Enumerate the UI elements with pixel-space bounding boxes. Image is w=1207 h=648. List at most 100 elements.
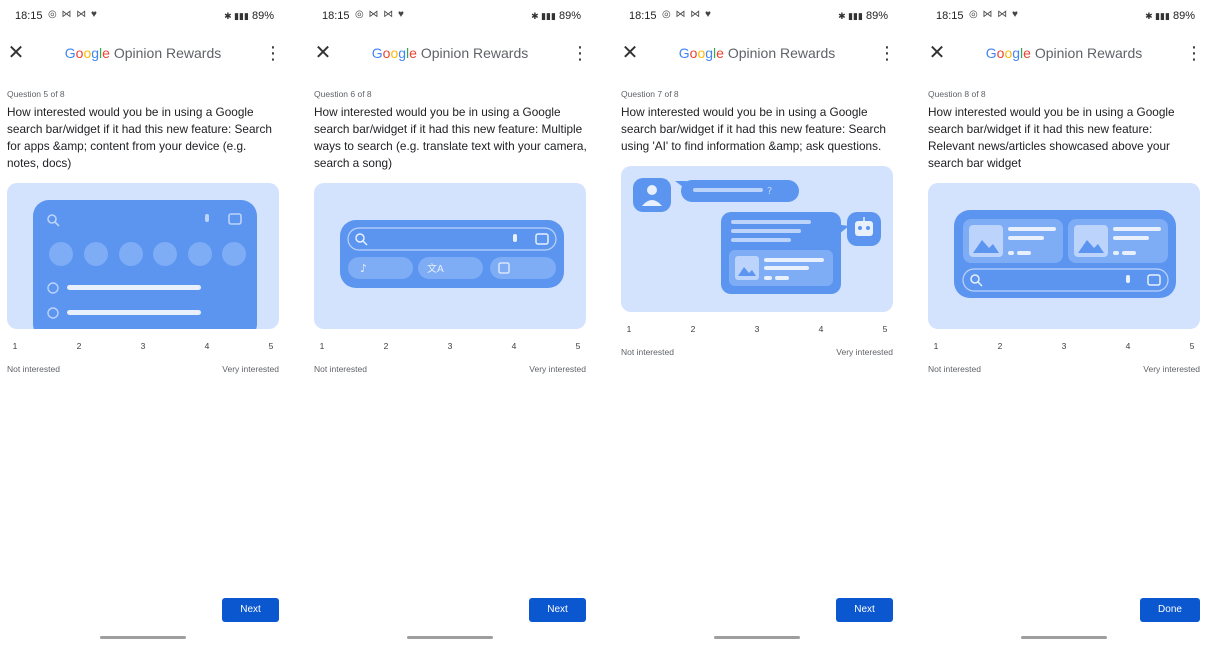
app-bar: ✕ Google Opinion Rewards ⋮ xyxy=(307,38,593,72)
rating-option-3[interactable]: 3 xyxy=(442,337,458,355)
rating-option-5[interactable]: 5 xyxy=(877,320,893,338)
more-options-icon[interactable]: ⋮ xyxy=(571,42,589,64)
survey-screens: 18:15 ◎ ⋈ ⋈ ♥ ✱ ▮▮▮ 89% ✕ Google Opinion… xyxy=(0,0,1207,648)
rating-option-2[interactable]: 2 xyxy=(685,320,701,338)
status-bar: 18:15 ◎ ⋈ ⋈ ♥ ✱ ▮▮▮ 89% xyxy=(614,0,900,32)
scale-labels: Not interested Very interested xyxy=(314,364,586,376)
brand-title: Google Opinion Rewards xyxy=(614,45,900,61)
status-time: 18:15 xyxy=(15,10,43,22)
notification-icons: ◎ ⋈ ⋈ ♥ xyxy=(48,9,98,20)
rating-option-4[interactable]: 4 xyxy=(506,337,522,355)
question-text: How interested would you be in using a G… xyxy=(928,105,1175,170)
app-bar: ✕ Google Opinion Rewards ⋮ xyxy=(0,38,286,72)
app-bar: ✕ Google Opinion Rewards ⋮ xyxy=(614,38,900,72)
low-label: Not interested xyxy=(621,347,674,357)
svg-text:?: ? xyxy=(767,186,772,197)
status-indicators: ✱ ▮▮▮ 89% xyxy=(531,10,581,22)
brand-letter: G xyxy=(64,45,76,61)
brand-letter: g xyxy=(91,45,100,61)
survey-screen-question-7: 18:15 ◎ ⋈ ⋈ ♥ ✱ ▮▮▮ 89% ✕ Google Opinion… xyxy=(614,0,900,648)
rating-option-4[interactable]: 4 xyxy=(813,320,829,338)
scale-labels: Not interested Very interested xyxy=(621,347,893,359)
rating-option-2[interactable]: 2 xyxy=(992,337,1008,355)
question-counter: Question 6 of 8 xyxy=(314,89,372,99)
rating-scale: 1 2 3 4 5 xyxy=(621,320,893,338)
home-indicator[interactable] xyxy=(1021,636,1107,639)
brand-suffix: Opinion Rewards xyxy=(727,45,836,61)
high-label: Very interested xyxy=(1143,364,1200,374)
illustration-multi-mode-search-bar: ♪ 文A xyxy=(314,183,586,329)
brand-title: Google Opinion Rewards xyxy=(0,45,286,61)
notification-icons: ◎ ⋈ ⋈ ♥ xyxy=(969,9,1019,20)
next-button[interactable]: Next xyxy=(529,598,586,622)
brand-letter: e xyxy=(1023,45,1031,61)
rating-scale: 1 2 3 4 5 xyxy=(928,337,1200,355)
high-label: Very interested xyxy=(222,364,279,374)
status-time: 18:15 xyxy=(629,10,657,22)
status-indicators: ✱ ▮▮▮ 89% xyxy=(224,10,274,22)
high-label: Very interested xyxy=(529,364,586,374)
brand-letter: e xyxy=(716,45,724,61)
signal-icon: ✱ ▮▮▮ xyxy=(531,10,556,21)
next-button[interactable]: Next xyxy=(836,598,893,622)
rating-option-1[interactable]: 1 xyxy=(314,337,330,355)
question-counter: Question 5 of 8 xyxy=(7,89,65,99)
low-label: Not interested xyxy=(314,364,367,374)
rating-option-2[interactable]: 2 xyxy=(378,337,394,355)
status-time: 18:15 xyxy=(322,10,350,22)
illustration-news-above-search-bar xyxy=(928,183,1200,329)
home-indicator[interactable] xyxy=(407,636,493,639)
brand-letter: G xyxy=(985,45,997,61)
rating-option-5[interactable]: 5 xyxy=(570,337,586,355)
status-bar: 18:15 ◎ ⋈ ⋈ ♥ ✱ ▮▮▮ 89% xyxy=(0,0,286,32)
more-options-icon[interactable]: ⋮ xyxy=(1185,42,1203,64)
brand-letter: e xyxy=(409,45,417,61)
brand-letter: G xyxy=(678,45,690,61)
rating-option-4[interactable]: 4 xyxy=(199,337,215,355)
battery-level: 89% xyxy=(251,10,274,22)
status-bar: 18:15 ◎ ⋈ ⋈ ♥ ✱ ▮▮▮ 89% xyxy=(307,0,593,32)
brand-letter: e xyxy=(102,45,110,61)
low-label: Not interested xyxy=(928,364,981,374)
home-indicator[interactable] xyxy=(714,636,800,639)
rating-option-3[interactable]: 3 xyxy=(1056,337,1072,355)
brand-title: Google Opinion Rewards xyxy=(307,45,593,61)
battery-level: 89% xyxy=(558,10,581,22)
brand-letter: g xyxy=(705,45,714,61)
illustration-ai-chat: ? xyxy=(621,166,893,312)
home-indicator[interactable] xyxy=(100,636,186,639)
rating-option-5[interactable]: 5 xyxy=(263,337,279,355)
svg-text:♪: ♪ xyxy=(360,262,367,275)
brand-letter: g xyxy=(1012,45,1021,61)
low-label: Not interested xyxy=(7,364,60,374)
signal-icon: ✱ ▮▮▮ xyxy=(224,10,249,21)
brand-letter: G xyxy=(371,45,383,61)
rating-option-1[interactable]: 1 xyxy=(928,337,944,355)
question-text: How interested would you be in using a G… xyxy=(7,105,272,170)
status-indicators: ✱ ▮▮▮ 89% xyxy=(1145,10,1195,22)
scale-labels: Not interested Very interested xyxy=(928,364,1200,376)
brand-suffix: Opinion Rewards xyxy=(420,45,529,61)
status-bar: 18:15 ◎ ⋈ ⋈ ♥ ✱ ▮▮▮ 89% xyxy=(921,0,1207,32)
status-indicators: ✱ ▮▮▮ 89% xyxy=(838,10,888,22)
illustration-device-search-widget xyxy=(7,183,279,329)
done-button[interactable]: Done xyxy=(1140,598,1200,622)
rating-option-2[interactable]: 2 xyxy=(71,337,87,355)
rating-option-1[interactable]: 1 xyxy=(7,337,23,355)
svg-text:文A: 文A xyxy=(427,262,444,275)
question-text: How interested would you be in using a G… xyxy=(314,105,587,170)
rating-option-3[interactable]: 3 xyxy=(749,320,765,338)
survey-screen-question-8: 18:15 ◎ ⋈ ⋈ ♥ ✱ ▮▮▮ 89% ✕ Google Opinion… xyxy=(921,0,1207,648)
rating-option-5[interactable]: 5 xyxy=(1184,337,1200,355)
next-button[interactable]: Next xyxy=(222,598,279,622)
battery-level: 89% xyxy=(1172,10,1195,22)
rating-option-1[interactable]: 1 xyxy=(621,320,637,338)
notification-icons: ◎ ⋈ ⋈ ♥ xyxy=(355,9,405,20)
rating-option-3[interactable]: 3 xyxy=(135,337,151,355)
more-options-icon[interactable]: ⋮ xyxy=(878,42,896,64)
brand-suffix: Opinion Rewards xyxy=(1034,45,1143,61)
notification-icons: ◎ ⋈ ⋈ ♥ xyxy=(662,9,712,20)
rating-option-4[interactable]: 4 xyxy=(1120,337,1136,355)
signal-icon: ✱ ▮▮▮ xyxy=(838,10,863,21)
more-options-icon[interactable]: ⋮ xyxy=(264,42,282,64)
